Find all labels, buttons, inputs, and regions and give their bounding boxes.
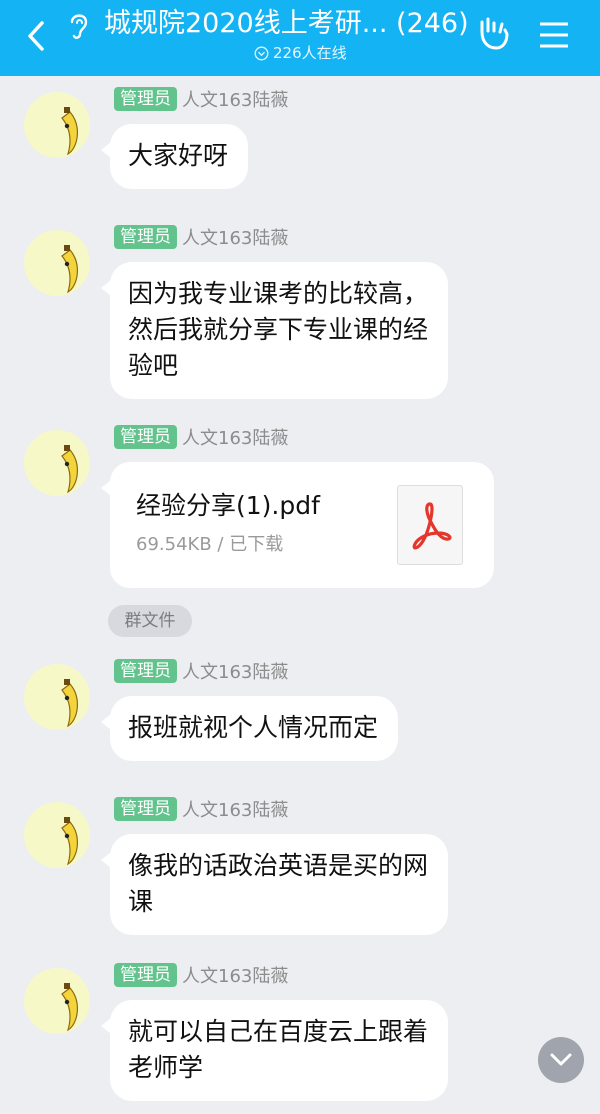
chat-header: 城规院2020线上考研... (246) 226人在线 xyxy=(0,0,600,76)
sender-row: 管理员 人文163陆薇 xyxy=(114,962,288,988)
banana-avatar-icon xyxy=(61,445,78,494)
sender-name[interactable]: 人文163陆薇 xyxy=(182,962,288,988)
sender-row: 管理员 人文163陆薇 xyxy=(114,424,288,450)
message-line: 然后我就分享下专业课的经 xyxy=(128,315,429,344)
sender-name[interactable]: 人文163陆薇 xyxy=(182,658,288,684)
chevron-down-icon xyxy=(550,1053,572,1066)
message-line: 大家好呀 xyxy=(128,141,229,170)
admin-badge: 管理员 xyxy=(114,963,177,987)
message-line: 老师学 xyxy=(128,1053,204,1082)
chevron-left-icon[interactable] xyxy=(22,18,52,54)
sender-name[interactable]: 人文163陆薇 xyxy=(182,86,288,112)
banana-avatar-icon xyxy=(61,107,78,156)
message-bubble[interactable]: 因为我专业课考的比较高， 然后我就分享下专业课的经 验吧 xyxy=(100,262,449,399)
message-line: 像我的话政治英语是买的网 xyxy=(128,851,429,880)
avatar[interactable] xyxy=(24,430,90,496)
admin-badge: 管理员 xyxy=(114,797,177,821)
avatar[interactable] xyxy=(24,802,90,868)
hand-icon[interactable] xyxy=(476,14,512,54)
ear-icon[interactable] xyxy=(66,8,92,42)
message-line: 课 xyxy=(128,887,154,916)
chevron-down-circle-icon xyxy=(254,46,269,60)
sender-name[interactable]: 人文163陆薇 xyxy=(182,424,288,450)
sender-name[interactable]: 人文163陆薇 xyxy=(182,224,288,250)
online-text: 226人在线 xyxy=(273,44,347,62)
avatar[interactable] xyxy=(24,968,90,1034)
message-bubble[interactable]: 大家好呀 xyxy=(100,124,249,189)
banana-avatar-icon xyxy=(61,245,78,294)
avatar[interactable] xyxy=(24,664,90,730)
message-bubble[interactable]: 像我的话政治英语是买的网 课 xyxy=(100,834,449,935)
message-bubble[interactable]: 报班就视个人情况而定 xyxy=(100,696,399,761)
sender-row: 管理员 人文163陆薇 xyxy=(114,86,288,112)
file-card[interactable]: 经验分享(1).pdf 69.54KB / 已下载 xyxy=(101,462,494,588)
group-file-tag[interactable]: 群文件 xyxy=(108,605,192,637)
menu-icon[interactable] xyxy=(538,18,570,52)
admin-badge: 管理员 xyxy=(114,87,177,111)
message-line: 因为我专业课考的比较高， xyxy=(128,279,429,308)
admin-badge: 管理员 xyxy=(114,659,177,683)
avatar[interactable] xyxy=(24,92,90,158)
sender-row: 管理员 人文163陆薇 xyxy=(114,658,288,684)
message-line: 验吧 xyxy=(128,351,179,380)
banana-avatar-icon xyxy=(61,679,78,728)
sender-name[interactable]: 人文163陆薇 xyxy=(182,796,288,822)
file-name: 经验分享(1).pdf xyxy=(136,491,320,520)
file-meta: 69.54KB / 已下载 xyxy=(136,534,284,555)
avatar[interactable] xyxy=(24,230,90,296)
pdf-icon xyxy=(397,485,463,565)
message-line: 就可以自己在百度云上跟着 xyxy=(128,1017,429,1046)
message-bubble[interactable]: 就可以自己在百度云上跟着 老师学 xyxy=(100,1000,449,1101)
admin-badge: 管理员 xyxy=(114,425,177,449)
banana-avatar-icon xyxy=(61,983,78,1032)
sender-row: 管理员 人文163陆薇 xyxy=(114,796,288,822)
banana-avatar-icon xyxy=(61,817,78,866)
group-title[interactable]: 城规院2020线上考研... (246) xyxy=(104,6,469,42)
sender-row: 管理员 人文163陆薇 xyxy=(114,224,288,250)
message-line: 报班就视个人情况而定 xyxy=(128,713,379,742)
scroll-to-bottom-button[interactable] xyxy=(538,1037,584,1083)
admin-badge: 管理员 xyxy=(114,225,177,249)
online-count[interactable]: 226人在线 xyxy=(254,43,347,63)
